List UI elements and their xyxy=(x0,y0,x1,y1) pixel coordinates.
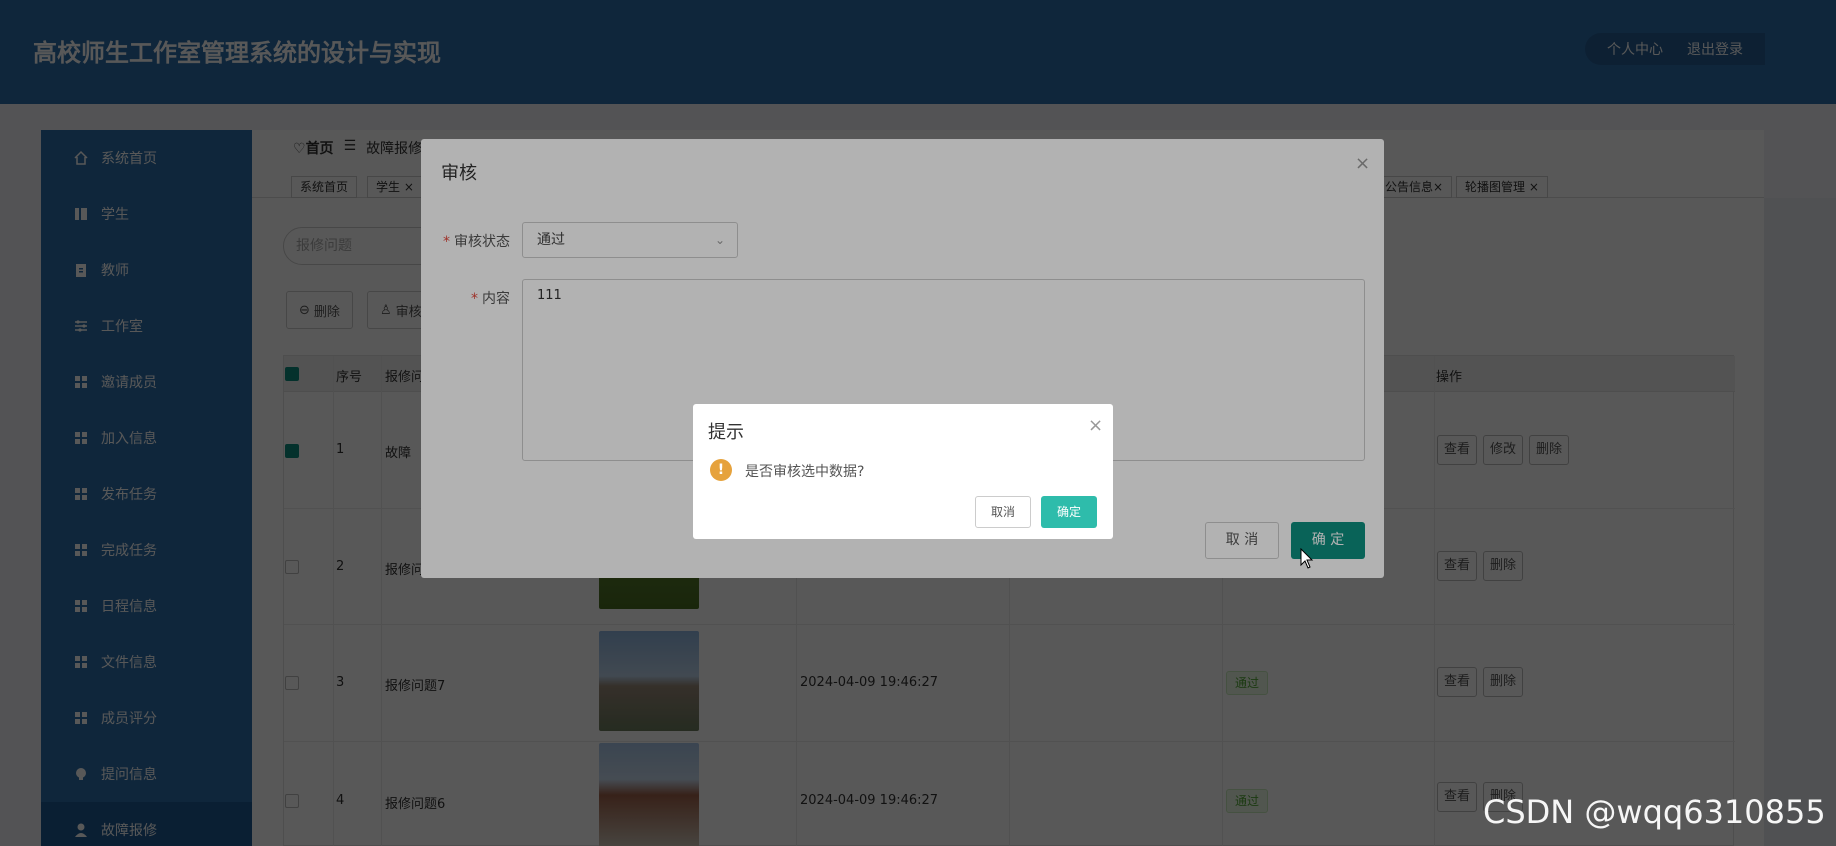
confirm-ok-button[interactable]: 确定 xyxy=(1041,496,1097,528)
confirm-dialog: 提示 × ! 是否审核选中数据? 取消 确定 xyxy=(693,404,1113,539)
mouse-cursor-icon xyxy=(1300,548,1314,569)
confirm-cancel-button[interactable]: 取消 xyxy=(975,496,1031,528)
confirm-message: 是否审核选中数据? xyxy=(745,464,865,480)
warning-icon: ! xyxy=(710,459,732,481)
confirm-dialog-title: 提示 xyxy=(708,422,744,443)
watermark: CSDN @wqq6310855 xyxy=(1483,793,1826,831)
close-icon[interactable]: × xyxy=(1088,415,1103,436)
